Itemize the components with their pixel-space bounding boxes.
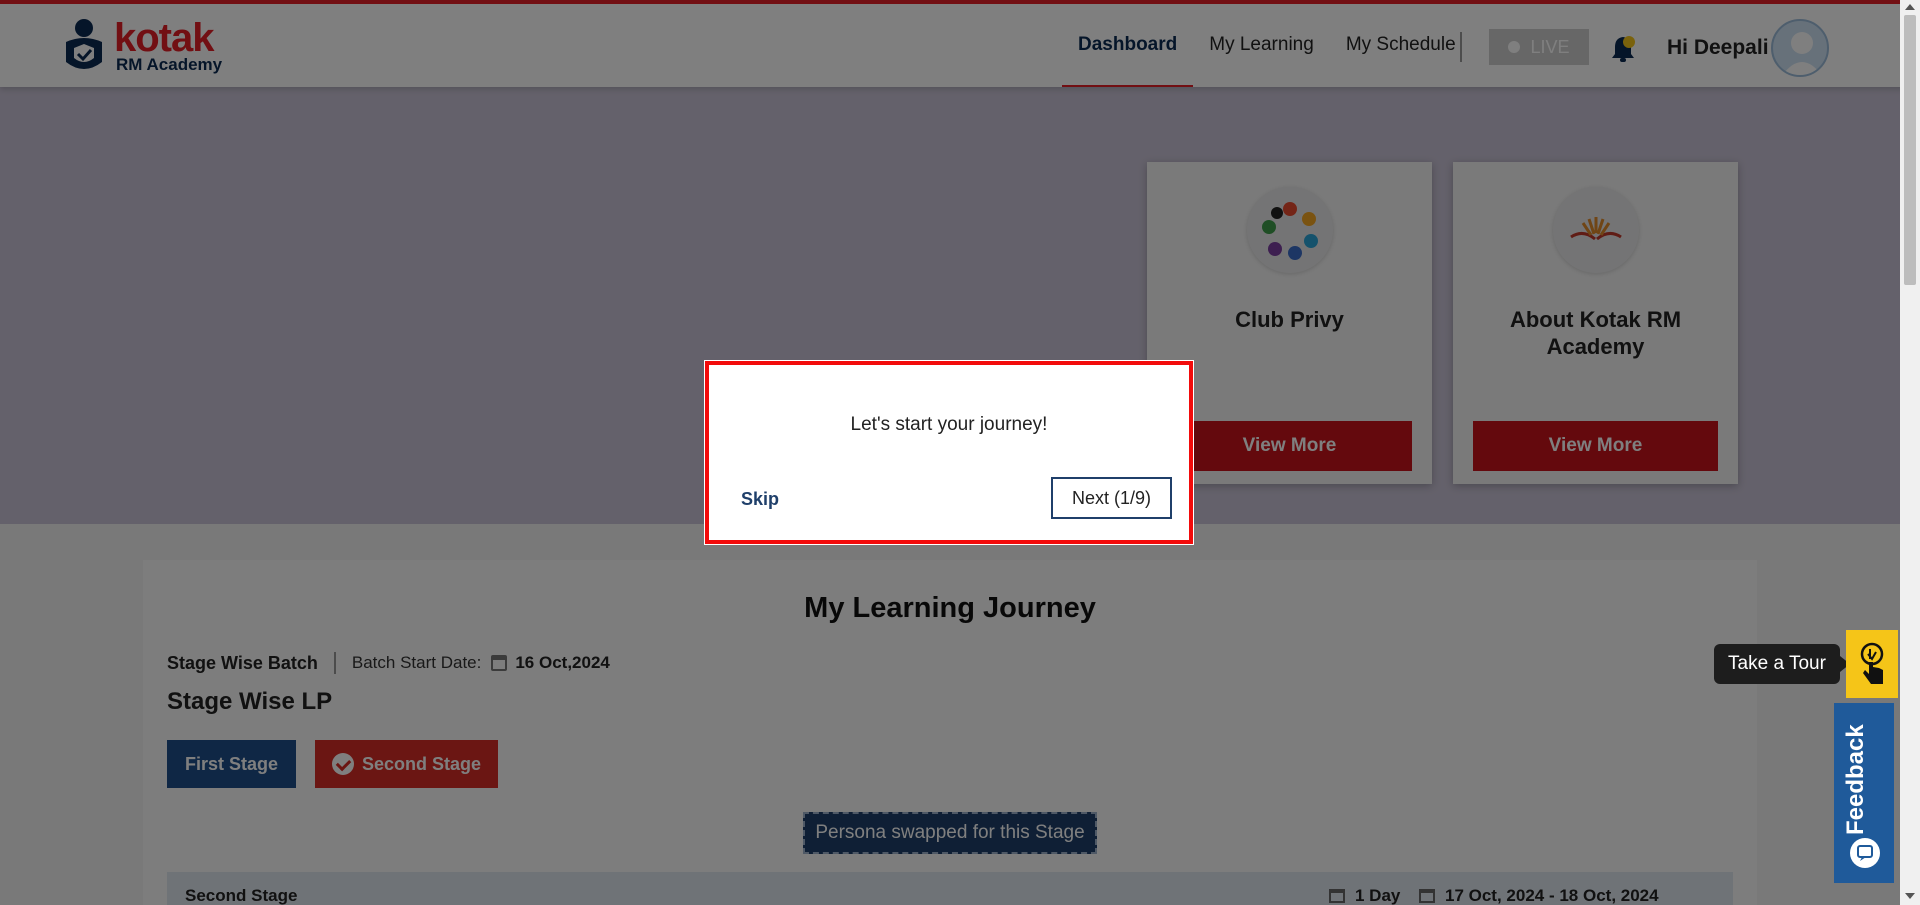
hand-pointer-icon bbox=[1860, 642, 1884, 684]
take-a-tour-button[interactable] bbox=[1846, 630, 1898, 698]
page-scrollbar[interactable] bbox=[1900, 0, 1920, 905]
feedback-label: Feedback bbox=[1842, 724, 1869, 835]
tour-next-button[interactable]: Next (1/9) bbox=[1051, 477, 1172, 519]
tour-skip-button[interactable]: Skip bbox=[741, 489, 779, 510]
take-a-tour-tooltip: Take a Tour bbox=[1714, 644, 1850, 684]
tour-popover-text: Let's start your journey! bbox=[850, 414, 1048, 435]
scroll-thumb[interactable] bbox=[1904, 15, 1916, 285]
tour-popover: Let's start your journey! Skip Next (1/9… bbox=[705, 361, 1193, 544]
scroll-up-arrow-icon[interactable] bbox=[1905, 4, 1915, 10]
scroll-down-arrow-icon[interactable] bbox=[1905, 893, 1915, 899]
chat-bubble-icon bbox=[1850, 838, 1880, 868]
feedback-tab[interactable]: Feedback bbox=[1834, 703, 1894, 883]
